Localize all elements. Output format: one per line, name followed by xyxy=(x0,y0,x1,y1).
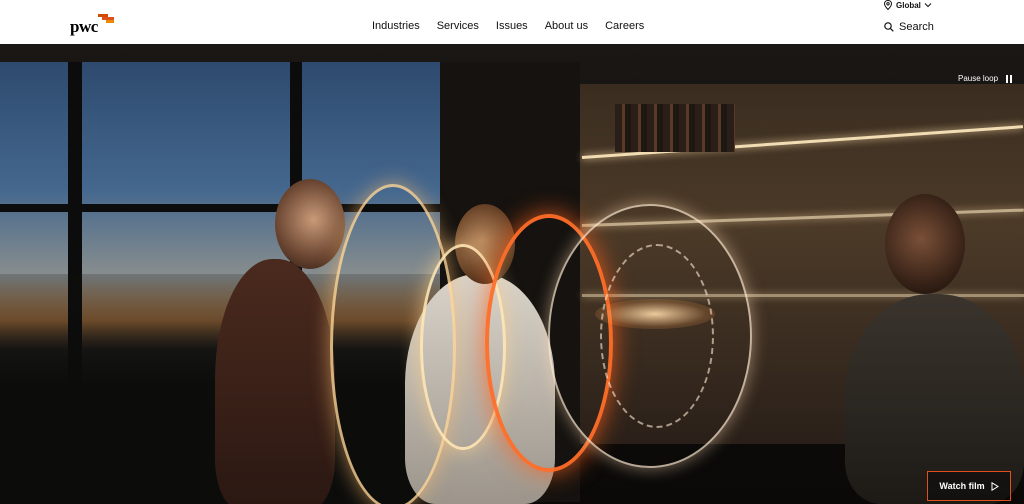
person-left-head xyxy=(275,179,345,269)
logo-text: pwc xyxy=(70,17,98,36)
region-label: Global xyxy=(896,0,921,10)
pause-loop-label: Pause loop xyxy=(958,74,999,83)
nav-item-issues[interactable]: Issues xyxy=(496,20,528,32)
nav-item-services[interactable]: Services xyxy=(437,20,479,32)
pause-loop-button[interactable]: Pause loop xyxy=(958,74,1013,83)
hologram-core xyxy=(595,299,715,329)
books xyxy=(615,104,735,152)
watch-film-label: Watch film xyxy=(939,481,985,491)
nav-item-industries[interactable]: Industries xyxy=(372,20,420,32)
hologram-ring xyxy=(600,244,714,428)
search-icon xyxy=(884,22,894,32)
person-left xyxy=(215,259,335,504)
nav-item-about-us[interactable]: About us xyxy=(545,20,588,32)
pwc-logo[interactable]: pwc xyxy=(70,14,116,38)
hero-video: Pause loop Watch film xyxy=(0,44,1024,504)
region-selector[interactable]: Global xyxy=(884,0,936,10)
person-right-head xyxy=(885,194,965,294)
site-header: pwc Industries Services Issues About us … xyxy=(0,0,1024,44)
play-icon xyxy=(991,481,999,491)
main-nav: Industries Services Issues About us Care… xyxy=(372,20,661,32)
watch-film-button[interactable]: Watch film xyxy=(927,471,1011,501)
chevron-down-icon xyxy=(924,3,932,8)
pause-icon xyxy=(1006,74,1013,83)
search-label: Search xyxy=(899,21,934,33)
search-button[interactable]: Search xyxy=(884,21,934,33)
location-pin-icon xyxy=(884,0,892,10)
nav-item-careers[interactable]: Careers xyxy=(605,20,644,32)
